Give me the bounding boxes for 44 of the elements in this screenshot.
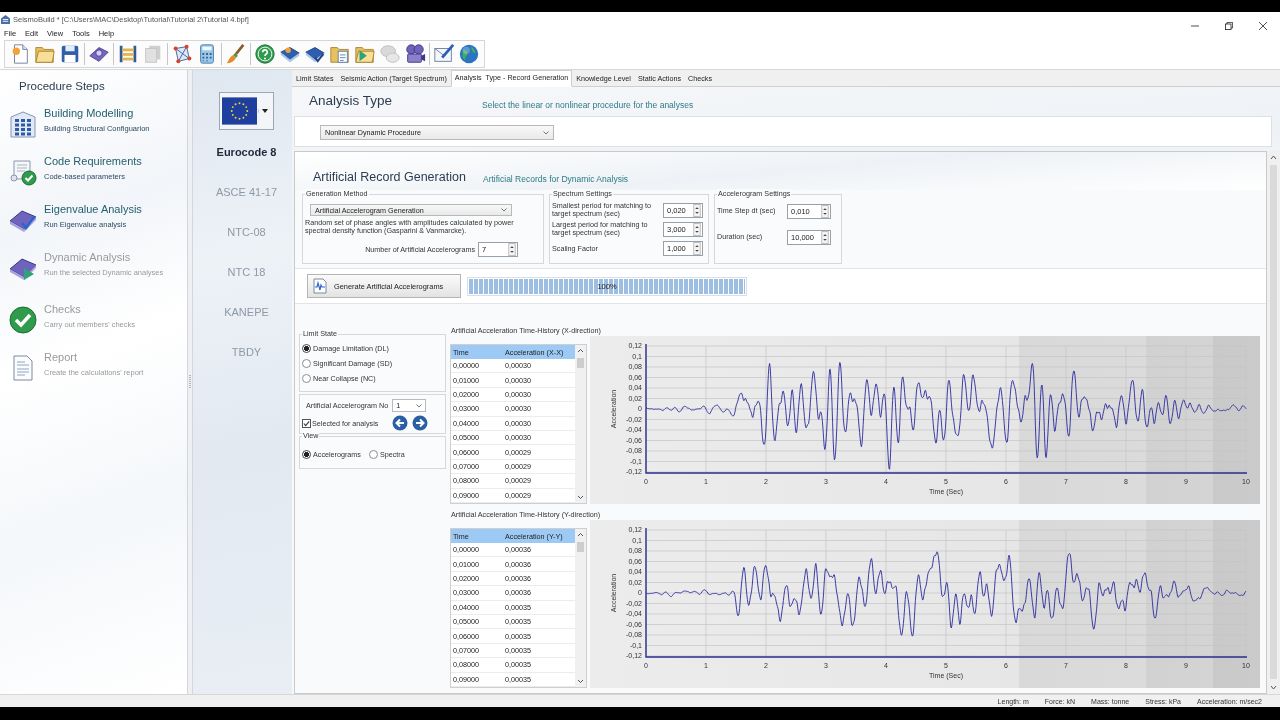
radio-icon[interactable]: [302, 374, 311, 383]
chevron-icon: [543, 130, 549, 135]
network-icon[interactable]: [171, 43, 193, 65]
section-hint: Artificial Records for Dynamic Analysis: [483, 173, 629, 184]
chevron-icon: [416, 403, 423, 408]
radio-icon[interactable]: [368, 450, 378, 459]
pen-letter-icon[interactable]: [433, 43, 455, 65]
brush-icon[interactable]: [225, 43, 247, 65]
section-title: Artificial Record Generation: [313, 169, 467, 184]
left-arrow-icon[interactable]: [392, 415, 408, 431]
scroll-check-icon[interactable]: [8, 157, 38, 187]
flag-icon: [222, 95, 257, 127]
help-icon[interactable]: [254, 43, 276, 65]
film-reel-icon[interactable]: [404, 43, 426, 65]
check-circle-icon[interactable]: [8, 305, 38, 335]
spin-arrows-icon[interactable]: [693, 222, 701, 236]
waveform-document-icon: [313, 278, 327, 294]
radio-icon[interactable]: [302, 359, 311, 368]
code-option[interactable]: Eurocode 8: [216, 132, 277, 172]
spin-arrows-icon[interactable]: [693, 203, 701, 217]
building-icon[interactable]: [8, 109, 38, 139]
radio-icon[interactable]: [302, 450, 311, 459]
frame-icon[interactable]: [117, 43, 139, 65]
caret-icon: [258, 109, 271, 113]
spin-arrows-icon[interactable]: [821, 205, 829, 218]
code-flag-button[interactable]: [219, 92, 274, 130]
spin-arrows-icon[interactable]: [821, 231, 829, 244]
step-title[interactable]: Code Requirements: [44, 155, 142, 167]
chevron-icon: [501, 208, 507, 212]
save-icon[interactable]: [59, 43, 81, 65]
spin-arrows-icon[interactable]: [693, 242, 701, 255]
spin-arrows-icon[interactable]: [508, 242, 516, 256]
vertical-scrollbar[interactable]: [575, 345, 586, 503]
vertical-scrollbar[interactable]: [1267, 151, 1280, 694]
radio-icon[interactable]: [302, 344, 311, 353]
section-title: Analysis Type: [309, 93, 394, 108]
globe-icon[interactable]: [458, 43, 480, 65]
panel-title: Procedure Steps: [18, 79, 106, 94]
step-title[interactable]: Eigenvalue Analysis: [44, 203, 142, 215]
checkbox-icon[interactable]: [302, 418, 311, 428]
vertical-scrollbar[interactable]: [575, 529, 586, 687]
right-arrow-icon[interactable]: [412, 415, 428, 431]
step-title[interactable]: Building Modelling: [44, 107, 150, 119]
section-hint: Select the linear or nonlinear procedure for the analyses: [482, 100, 695, 110]
